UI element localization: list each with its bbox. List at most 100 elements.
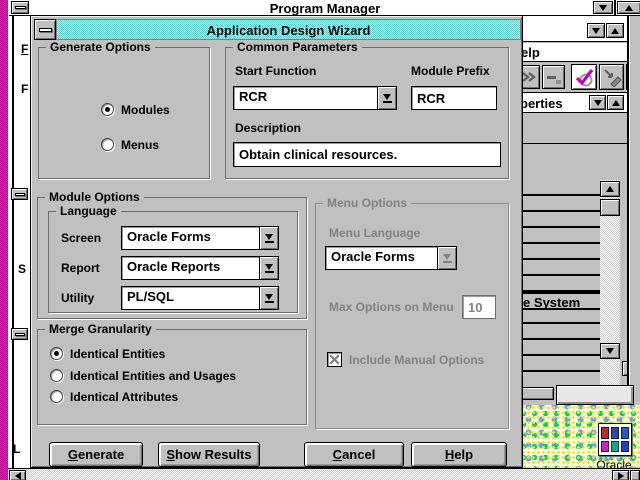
screen-label: Screen [61, 231, 101, 245]
dropdown-arrow-icon [265, 271, 274, 273]
screen-language-value[interactable]: Oracle Forms [121, 226, 259, 250]
program-manager-title: Program Manager [9, 1, 640, 16]
radio-menus-label[interactable]: Menus [121, 138, 159, 152]
radio-identical-entities-usages-label[interactable]: Identical Entities and Usages [70, 369, 236, 383]
scroll-left-button[interactable] [9, 470, 26, 480]
radio-menus[interactable] [101, 138, 114, 151]
utility-language-combo[interactable]: PL/SQL [121, 286, 279, 310]
background-menubar: elp [516, 43, 627, 62]
menu-language-dropdown-button [437, 246, 457, 270]
utility-dropdown-button[interactable] [259, 286, 279, 310]
left-window-fragments: F F S L [8, 16, 30, 468]
properties-list: re System [516, 113, 627, 386]
fragment-system-menu-button [11, 328, 28, 340]
module-prefix-input[interactable] [411, 86, 497, 110]
maximize-button[interactable] [607, 95, 624, 110]
maximize-button[interactable] [606, 23, 624, 38]
dropdown-arrow-icon [265, 301, 274, 303]
dropdown-arrow-icon [265, 264, 273, 270]
help-button[interactable]: Help [411, 442, 507, 467]
include-manual-options-label: Include Manual Options [349, 353, 484, 367]
dialog-system-menu-button[interactable] [34, 19, 56, 40]
system-menu-icon [15, 333, 25, 336]
group-label: Generate Options [46, 40, 155, 54]
dropdown-arrow-icon [265, 241, 274, 243]
checkbox-check-icon [329, 354, 340, 365]
dropdown-arrow-icon [383, 94, 391, 100]
report-dropdown-button[interactable] [259, 256, 279, 280]
cancel-button[interactable]: Cancel [304, 442, 404, 467]
list-row-re-system[interactable]: re System [516, 292, 600, 310]
dialog-title: Application Design Wizard [57, 23, 520, 38]
minimize-button[interactable] [593, 1, 613, 14]
minimize-doc-button[interactable] [542, 65, 565, 89]
group-label: Merge Granularity [45, 322, 156, 336]
background-window-right: elp 1 [516, 16, 640, 468]
scroll-up-button[interactable] [600, 181, 620, 197]
maximize-icon [611, 28, 619, 34]
maximize-button[interactable] [617, 1, 640, 14]
report-language-combo[interactable]: Oracle Reports [121, 256, 279, 280]
program-manager-titlebar: Program Manager [9, 0, 640, 16]
list-rows[interactable] [516, 180, 600, 386]
scroll-up-icon [606, 186, 614, 192]
report-language-value[interactable]: Oracle Reports [121, 256, 259, 280]
check-tool-button[interactable] [571, 64, 597, 90]
utility-language-value[interactable]: PL/SQL [121, 286, 259, 310]
start-function-dropdown-button[interactable] [377, 86, 397, 110]
minimize-doc-icon [545, 68, 563, 86]
radio-modules-label[interactable]: Modules [121, 103, 170, 117]
radio-identical-entities-label[interactable]: Identical Entities [70, 347, 165, 361]
generate-button[interactable]: Generate [49, 442, 143, 467]
scroll-right-button[interactable] [612, 470, 629, 480]
menu-language-label: Menu Language [329, 226, 420, 240]
dialog-titlebar: Application Design Wizard [56, 19, 521, 40]
pointer-pen-button[interactable] [599, 64, 624, 90]
group-label: Language [56, 204, 121, 218]
max-options-label: Max Options on Menu [329, 300, 454, 314]
properties-titlebar: perties [516, 92, 627, 113]
group-icon-item [621, 427, 629, 439]
radio-identical-entities[interactable] [50, 347, 63, 360]
minimize-button[interactable] [587, 23, 605, 38]
group-icon-item [601, 441, 609, 453]
start-function-combo[interactable]: RCR [233, 86, 397, 110]
screen-dropdown-button[interactable] [259, 226, 279, 250]
report-label: Report [61, 261, 100, 275]
dropdown-arrow-icon [443, 261, 452, 263]
maximize-icon [612, 100, 620, 106]
oracle-group-icon[interactable] [598, 423, 632, 456]
scroll-right-icon [618, 472, 624, 480]
scroll-down-icon [606, 348, 614, 354]
merge-granularity-group: Merge Granularity Identical Entities Ide… [37, 329, 307, 425]
window-frame-line [12, 16, 14, 468]
screen-language-combo[interactable]: Oracle Forms [121, 226, 279, 250]
list-divider [516, 143, 627, 144]
radio-modules[interactable] [101, 103, 114, 116]
language-group: Language Screen Oracle Forms Report Orac… [48, 211, 298, 313]
menu-language-value: Oracle Forms [325, 246, 437, 270]
common-parameters-group: Common Parameters Start Function Module … [225, 47, 509, 179]
scroll-thumb[interactable] [600, 199, 620, 216]
radio-identical-attributes-label[interactable]: Identical Attributes [70, 390, 178, 404]
minimize-button[interactable] [589, 95, 606, 110]
menu-help-partial[interactable]: elp [521, 45, 540, 60]
adjacent-window-edge [629, 16, 640, 386]
description-label: Description [235, 121, 301, 135]
system-menu-icon [39, 28, 52, 32]
group-icon-item [621, 441, 629, 453]
group-label: Menu Options [323, 196, 411, 210]
description-input[interactable] [233, 142, 501, 167]
fragment-letter: L [13, 442, 20, 456]
show-results-button[interactable]: Show Results [158, 442, 260, 467]
horizontal-scrollbar[interactable] [8, 468, 640, 480]
generate-options-group: Generate Options Modules Menus [38, 47, 210, 179]
radio-identical-attributes[interactable] [50, 390, 63, 403]
screen: Program Manager F F S L elp 1 [0, 0, 640, 480]
radio-identical-entities-usages[interactable] [50, 369, 63, 382]
system-menu-icon [15, 193, 25, 196]
start-function-value[interactable]: RCR [233, 86, 377, 110]
background-toolbar [516, 62, 627, 92]
scroll-down-button[interactable] [600, 343, 620, 359]
oracle-group-label[interactable]: Oracle [586, 458, 640, 468]
